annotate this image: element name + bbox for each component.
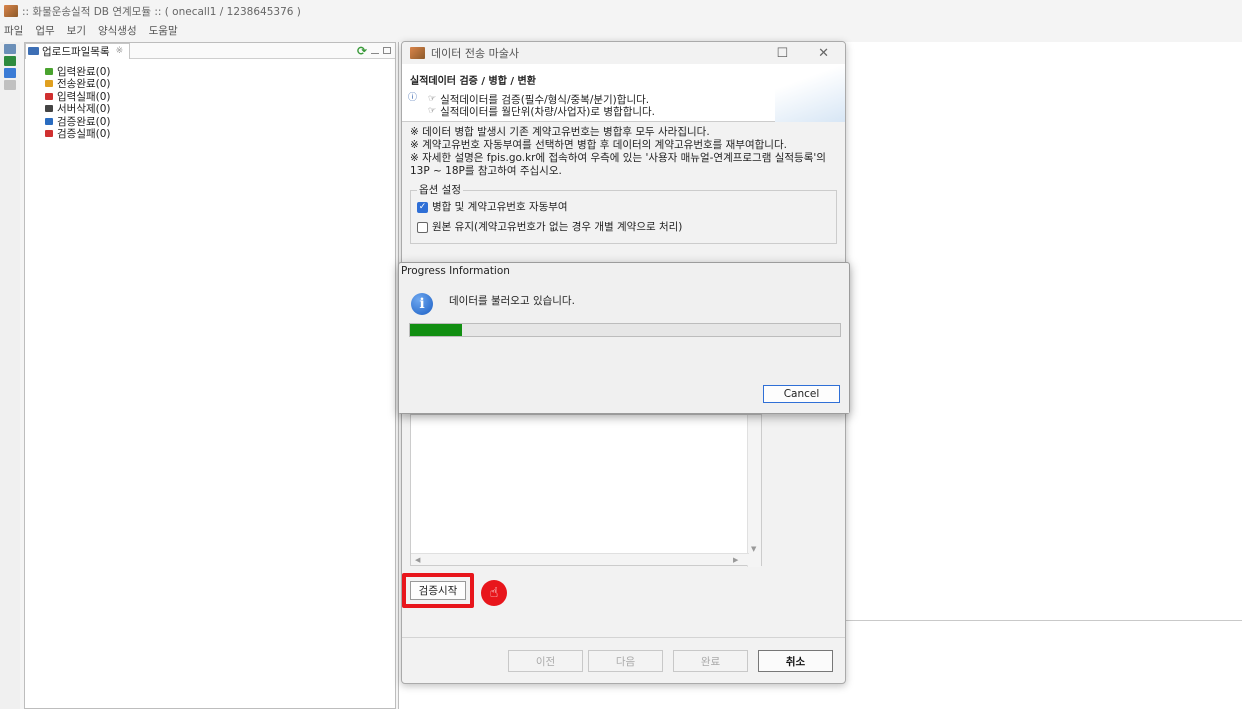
progress-dialog: Progress Information i 데이터를 불러오고 있습니다. C… <box>398 262 850 414</box>
prev-button[interactable]: 이전 <box>508 650 583 672</box>
app-logo-icon <box>4 5 18 17</box>
wizard-footer: 이전 다음 완료 취소 <box>402 650 845 674</box>
folder-icon <box>45 67 53 75</box>
progress-content: i 데이터를 불러오고 있습니다. Cancel <box>399 279 849 413</box>
tree-item-label: 검증실패(0) <box>57 128 111 141</box>
option-keep-original[interactable]: 원본 유지(계약고유번호가 없는 경우 개별 계약으로 처리) <box>417 217 830 237</box>
progress-fill <box>410 324 462 336</box>
option-merge-auto-number[interactable]: ✓ 병합 및 계약고유번호 자동부여 <box>417 197 830 217</box>
data-icon[interactable] <box>4 68 16 78</box>
option-label: 원본 유지(계약고유번호가 없는 경우 개별 계약으로 처리) <box>432 220 683 233</box>
folder-icon <box>45 130 53 138</box>
progress-message: 데이터를 불러오고 있습니다. <box>449 295 575 307</box>
tab-label: 업로드파일목록 <box>42 45 110 58</box>
wizard-title: 데이터 전송 마술사 <box>431 47 519 60</box>
start-button-highlight: 검증시작 <box>402 573 474 608</box>
refresh-icon[interactable]: ⟳ <box>357 44 367 58</box>
note-text: ※ 계약고유번호 자동부여를 선택하면 병합 후 데이터의 계약고유번호를 재부… <box>410 139 787 151</box>
option-label: 병합 및 계약고유번호 자동부여 <box>432 200 568 213</box>
menu-help[interactable]: 도움말 <box>149 23 178 38</box>
checkbox-checked[interactable]: ✓ <box>417 201 428 213</box>
pointing-hand-icon: ☞ <box>428 94 437 104</box>
tree-item-verify-failed[interactable]: 검증실패(0) <box>45 128 395 141</box>
close-icon[interactable]: ※ <box>116 46 124 56</box>
menu-form-create[interactable]: 양식생성 <box>98 23 137 38</box>
folder-icon <box>45 117 53 125</box>
pointing-hand-icon: ☞ <box>428 106 437 116</box>
footer-divider <box>402 637 845 638</box>
folder-icon <box>45 92 53 100</box>
user-icon[interactable] <box>4 44 16 54</box>
left-toolbar <box>0 42 20 709</box>
banner-title: 실적데이터 검증 / 병합 / 변환 <box>410 76 536 87</box>
app-titlebar: :: 화물운송실적 DB 연계모듈 :: ( onecall1 / 123864… <box>0 0 1242 22</box>
note-text: ※ 자세한 설명은 fpis.go.kr에 접속하여 우측에 있는 '사용자 매… <box>410 152 826 164</box>
finish-button[interactable]: 완료 <box>673 650 748 672</box>
scroll-right-icon[interactable]: ▶ <box>733 556 738 564</box>
wizard-banner: 실적데이터 검증 / 병합 / 변환 ⓘ ☞ 실적데이터를 검증(필수/형식/중… <box>402 64 845 122</box>
tab-upload-file-list[interactable]: 업로드파일목록 ※ <box>25 42 131 59</box>
panel-divider <box>846 620 1242 621</box>
options-group: 옵션 설정 ✓ 병합 및 계약고유번호 자동부여 원본 유지(계약고유번호가 없… <box>410 184 837 244</box>
computer-icon <box>28 47 39 55</box>
folder-icon <box>45 80 53 88</box>
cancel-button[interactable]: 취소 <box>758 650 833 672</box>
start-verification-button[interactable]: 검증시작 <box>410 581 466 600</box>
progress-title: Progress Information <box>401 265 510 277</box>
result-listbox[interactable]: ▼ ◀ ▶ <box>410 414 762 567</box>
info-icon: ⓘ <box>408 93 418 103</box>
excel-icon[interactable] <box>4 56 16 66</box>
panel-header: 업로드파일목록 ※ ⟳ <box>25 42 395 59</box>
menu-bar: 파일 업무 보기 양식생성 도움말 <box>0 22 1242 39</box>
note-text: 13P ~ 18P를 참고하여 주십시오. <box>410 165 562 177</box>
wizard-body: ※ 데이터 병합 발생시 기존 계약고유번호는 병합후 모두 사라집니다. ※ … <box>402 122 845 248</box>
wizard-titlebar: 데이터 전송 마술사 ☐ ✕ <box>402 42 845 64</box>
pointer-hand-icon: ☝ <box>481 580 507 606</box>
banner-decoration <box>775 64 845 122</box>
folder-icon <box>45 105 53 113</box>
panel-actions: ⟳ <box>357 44 395 58</box>
app-logo-icon <box>410 47 425 59</box>
menu-work[interactable]: 업무 <box>35 23 54 38</box>
next-button[interactable]: 다음 <box>588 650 663 672</box>
note-text: ※ 데이터 병합 발생시 기존 계약고유번호는 병합후 모두 사라집니다. <box>410 126 710 138</box>
info-icon: i <box>411 293 433 315</box>
menu-file[interactable]: 파일 <box>4 23 23 38</box>
maximize-icon[interactable]: ☐ <box>776 46 788 61</box>
document-icon[interactable] <box>4 80 16 90</box>
vertical-scrollbar[interactable]: ▼ <box>747 415 761 567</box>
progress-cancel-button[interactable]: Cancel <box>763 385 840 403</box>
minimize-icon[interactable] <box>371 52 379 54</box>
window-title: :: 화물운송실적 DB 연계모듈 :: ( onecall1 / 123864… <box>22 5 301 18</box>
scroll-left-icon[interactable]: ◀ <box>415 556 420 564</box>
upload-file-panel: 업로드파일목록 ※ ⟳ 입력완료(0) 전송완료(0) 입력실패(0) 서버삭제… <box>24 42 396 709</box>
menu-view[interactable]: 보기 <box>67 23 86 38</box>
progress-bar <box>409 323 841 337</box>
horizontal-scrollbar[interactable]: ◀ ▶ <box>411 553 749 565</box>
maximize-icon[interactable] <box>383 47 391 54</box>
wizard-window-buttons: ☐ ✕ <box>776 46 845 61</box>
scroll-down-icon[interactable]: ▼ <box>751 545 756 553</box>
banner-line-text: 실적데이터를 월단위(차량/사업자)로 병합합니다. <box>440 105 656 118</box>
close-icon[interactable]: ✕ <box>818 46 829 61</box>
checkbox-unchecked[interactable] <box>417 221 428 233</box>
upload-tree: 입력완료(0) 전송완료(0) 입력실패(0) 서버삭제(0) 검증완료(0) … <box>25 59 395 140</box>
options-title: 옵션 설정 <box>417 184 463 197</box>
